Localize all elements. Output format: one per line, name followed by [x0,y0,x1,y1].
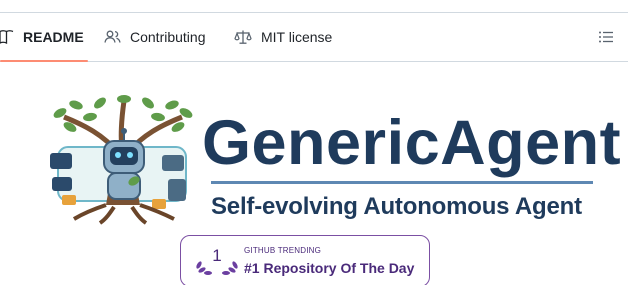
readme-tab-bar: README Contributing MIT license [0,13,628,62]
tab-contributing-label: Contributing [130,29,206,45]
github-trending-badge[interactable]: 1 GITHUB TRENDING #1 Repository Of The D… [180,235,430,285]
trending-rank: 1 [212,246,222,265]
tab-license-label: MIT license [261,29,333,45]
banner-title: GenericAgent [202,108,622,178]
tab-license[interactable]: MIT license [234,13,332,61]
active-tab-indicator [0,60,88,62]
banner-subtitle: Self-evolving Autonomous Agent [211,193,582,220]
list-unordered-icon [599,31,613,43]
tab-readme[interactable]: README [0,13,88,62]
people-icon [104,29,121,45]
tab-readme-label: README [23,29,84,45]
banner-divider [211,181,593,184]
outline-toggle-button[interactable] [598,29,614,45]
readme-panel: README Contributing MIT license GenericA… [0,0,628,285]
trending-small-label: GITHUB TRENDING [244,246,322,255]
robot-tree-logo [50,95,193,225]
trending-label: #1 Repository Of The Day [244,260,415,276]
book-icon [0,29,14,45]
tab-contributing[interactable]: Contributing [104,13,206,61]
law-scale-icon [234,29,252,45]
